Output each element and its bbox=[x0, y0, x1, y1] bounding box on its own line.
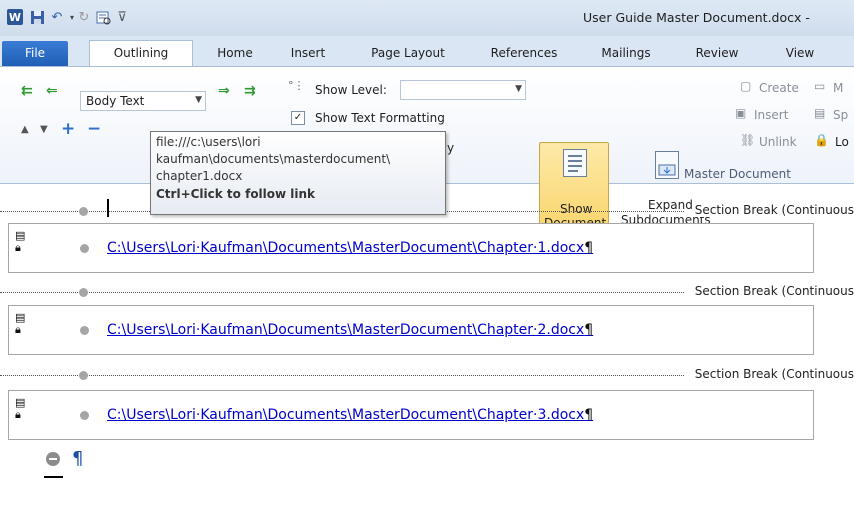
tooltip-line1: file:///c:\users\lori bbox=[156, 135, 261, 149]
tooltip-line4: Ctrl+Click to follow link bbox=[156, 187, 316, 201]
chevron-down-icon: ▼ bbox=[515, 84, 522, 94]
subdocument-box[interactable]: ▤ 🔒︎ C:\Users\Lori·Kaufman\Documents\Mas… bbox=[8, 305, 814, 355]
document-area[interactable]: Section Break (Continuous ▤ 🔒︎ C:\Users\… bbox=[0, 185, 854, 520]
show-text-formatting-label: Show Text Formatting bbox=[315, 111, 445, 125]
demote-icon[interactable]: ⇒ bbox=[218, 83, 230, 99]
lock-icon: 🔒︎ bbox=[15, 323, 21, 336]
section-break-label: Section Break (Continuous bbox=[693, 203, 854, 217]
collapse-icon[interactable]: − bbox=[87, 119, 101, 139]
tab-home[interactable]: Home bbox=[206, 42, 264, 66]
pilcrow: ¶ bbox=[584, 407, 594, 423]
section-break-line bbox=[0, 292, 684, 293]
insert-subdoc-icon: ▣ bbox=[735, 106, 747, 120]
outline-bullet bbox=[80, 411, 89, 420]
customize-qat-icon[interactable]: ⊽ bbox=[114, 9, 130, 25]
lock-document-label[interactable]: Lo bbox=[835, 135, 849, 149]
chevron-down-icon: ▼ bbox=[195, 95, 202, 105]
save-icon[interactable] bbox=[29, 9, 45, 25]
window-title: User Guide Master Document.docx - bbox=[583, 10, 810, 25]
expand-subdocuments-icon bbox=[655, 151, 679, 179]
move-up-icon[interactable]: ▲ bbox=[21, 124, 29, 135]
unlink-icon: ⛓ bbox=[740, 133, 756, 147]
lock-icon: 🔒︎ bbox=[15, 241, 21, 254]
ribbon-tabs: File Outlining Home Insert Page Layout R… bbox=[0, 36, 854, 66]
subdocument-icon: ▤ bbox=[15, 311, 26, 324]
print-preview-icon[interactable] bbox=[95, 9, 111, 25]
title-bar: W ↶ ▾ ↻ ⊽ User Guide Master Document.doc… bbox=[0, 0, 854, 36]
text-cursor bbox=[107, 199, 109, 217]
tooltip-line3: chapter1.docx bbox=[156, 169, 243, 183]
show-text-formatting-checkbox[interactable]: ✓ bbox=[291, 111, 305, 125]
word-app-icon[interactable]: W bbox=[7, 9, 23, 25]
split-label[interactable]: Sp bbox=[833, 108, 848, 122]
outline-bullet bbox=[80, 326, 89, 335]
pilcrow: ¶ bbox=[584, 322, 594, 338]
tab-review[interactable]: Review bbox=[682, 42, 752, 66]
subdocument-path[interactable]: C:\Users\Lori·Kaufman\Documents\MasterDo… bbox=[107, 240, 584, 256]
lock-icon: 🔒︎ bbox=[15, 408, 21, 421]
final-pilcrow: ¶ bbox=[72, 448, 84, 469]
pilcrow: ¶ bbox=[584, 240, 594, 256]
subdocument-link[interactable]: C:\Users\Lori·Kaufman\Documents\MasterDo… bbox=[107, 407, 593, 423]
tab-view[interactable]: View bbox=[770, 42, 830, 66]
subdocument-box[interactable]: ▤ 🔒︎ C:\Users\Lori·Kaufman\Documents\Mas… bbox=[8, 390, 814, 440]
subdocument-icon: ▤ bbox=[15, 229, 26, 242]
subdocument-path[interactable]: C:\Users\Lori·Kaufman\Documents\MasterDo… bbox=[107, 322, 584, 338]
collapse-outline-icon[interactable] bbox=[46, 452, 60, 466]
tooltip-line2: kaufman\documents\masterdocument\ bbox=[156, 152, 391, 166]
subdocument-link[interactable]: C:\Users\Lori·Kaufman\Documents\MasterDo… bbox=[107, 322, 593, 338]
section-break-label: Section Break (Continuous bbox=[693, 367, 854, 381]
merge-icon: ▭ bbox=[814, 79, 826, 93]
show-level-label: Show Level: bbox=[315, 83, 387, 97]
show-first-line-partial: y bbox=[447, 141, 455, 155]
lock-document-icon: 🔒 bbox=[814, 133, 829, 147]
section-break-label: Section Break (Continuous bbox=[693, 284, 854, 298]
promote-icon[interactable]: ⇐ bbox=[46, 83, 58, 99]
show-level-icon: °⋮ bbox=[288, 79, 305, 92]
section-break-line bbox=[0, 375, 684, 376]
redo-icon[interactable]: ↻ bbox=[76, 9, 92, 25]
hyperlink-tooltip: file:///c:\users\lori kaufman\documents\… bbox=[150, 131, 446, 215]
document-icon bbox=[563, 149, 587, 177]
demote-to-body-text-icon[interactable]: ⇉ bbox=[244, 83, 256, 99]
tab-references[interactable]: References bbox=[476, 42, 572, 66]
tab-page-layout[interactable]: Page Layout bbox=[356, 42, 460, 66]
tab-outlining[interactable]: Outlining bbox=[89, 40, 193, 66]
subdocument-path[interactable]: C:\Users\Lori·Kaufman\Documents\MasterDo… bbox=[107, 407, 584, 423]
outline-bullet bbox=[79, 288, 88, 297]
insert-subdoc-label[interactable]: Insert bbox=[754, 108, 788, 122]
subdocument-box[interactable]: ▤ 🔒︎ C:\Users\Lori·Kaufman\Documents\Mas… bbox=[8, 223, 814, 273]
split-icon: ▤ bbox=[814, 106, 826, 120]
show-level-combo[interactable]: ▼ bbox=[400, 80, 526, 100]
create-label[interactable]: Create bbox=[759, 81, 799, 95]
promote-to-heading1-icon[interactable]: ⇇ bbox=[21, 83, 33, 99]
outline-level-combo[interactable]: Body Text ▼ bbox=[80, 91, 206, 111]
end-marker bbox=[44, 476, 63, 478]
outline-level-value: Body Text bbox=[86, 94, 145, 108]
outline-bullet bbox=[79, 207, 88, 216]
outline-bullet bbox=[79, 371, 88, 380]
tab-mailings[interactable]: Mailings bbox=[590, 42, 662, 66]
subdocument-icon: ▤ bbox=[15, 396, 26, 409]
create-icon: ▢ bbox=[740, 79, 752, 93]
master-document-group-label: Master Document bbox=[684, 167, 791, 181]
unlink-label[interactable]: Unlink bbox=[759, 135, 797, 149]
move-down-icon[interactable]: ▼ bbox=[40, 124, 48, 135]
expand-icon[interactable]: + bbox=[61, 119, 75, 139]
outline-bullet bbox=[80, 244, 89, 253]
subdocument-link[interactable]: C:\Users\Lori·Kaufman\Documents\MasterDo… bbox=[107, 240, 593, 256]
tab-file[interactable]: File bbox=[2, 41, 68, 66]
merge-label[interactable]: M bbox=[833, 81, 843, 95]
undo-icon[interactable]: ↶ bbox=[49, 9, 65, 25]
tab-insert[interactable]: Insert bbox=[280, 42, 336, 66]
